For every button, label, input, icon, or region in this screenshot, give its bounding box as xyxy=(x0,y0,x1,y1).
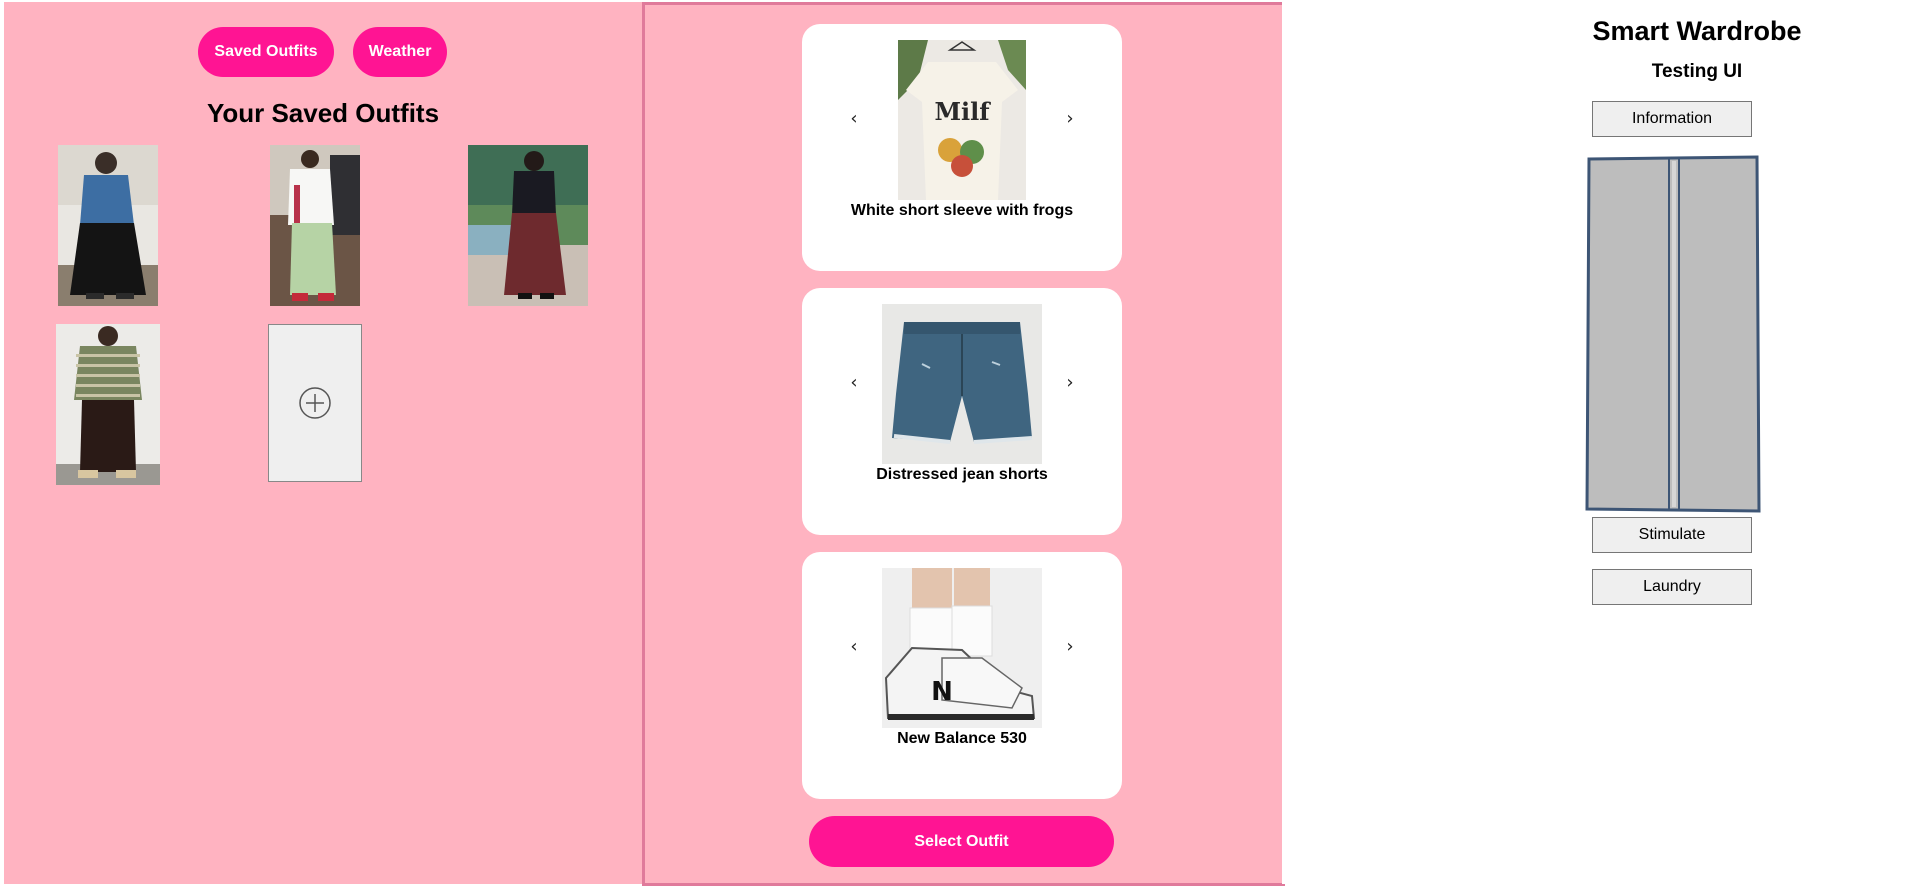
shoes-prev-button[interactable]: ‹ xyxy=(844,634,864,658)
shoes-next-button[interactable]: › xyxy=(1060,634,1080,658)
saved-outfits-title: Your Saved Outfits xyxy=(206,98,440,128)
top-item-card: ‹ Milf › White short sleeve with frogs xyxy=(802,24,1122,271)
add-outfit-tile[interactable] xyxy=(268,324,362,482)
bottom-item-image xyxy=(882,304,1042,464)
information-button[interactable]: Information xyxy=(1592,101,1752,137)
stimulate-button[interactable]: Stimulate xyxy=(1592,517,1752,553)
outfit-striped-sweater-brown-pants-image xyxy=(56,324,160,485)
bottom-item-card: ‹ › Distressed jean shorts xyxy=(802,288,1122,535)
shoes-item-label: New Balance 530 xyxy=(897,730,1027,747)
shoes-item-image: N xyxy=(882,568,1042,728)
select-outfit-button[interactable]: Select Outfit xyxy=(809,816,1114,867)
bottom-prev-button[interactable]: ‹ xyxy=(844,370,864,394)
tshirt-image: Milf xyxy=(898,40,1026,200)
outfit-denim-shirt-black-pants-image xyxy=(58,145,158,306)
bottom-next-button[interactable]: › xyxy=(1060,370,1080,394)
plus-circle-icon xyxy=(299,387,331,419)
smart-wardrobe-panel: Smart Wardrobe Testing UI Information St… xyxy=(1282,0,1919,884)
outfit-selector-panel: ‹ Milf › White short sleeve with frogs ‹ xyxy=(642,2,1285,886)
sneakers-image: N xyxy=(882,568,1042,728)
saved-outfits-panel: Saved Outfits Weather Your Saved Outfits xyxy=(4,2,642,884)
saved-outfit-2[interactable] xyxy=(270,145,360,306)
shoes-item-card: ‹ N › New Balance 530 xyxy=(802,552,1122,799)
top-prev-button[interactable]: ‹ xyxy=(844,106,864,130)
top-item-label: White short sleeve with frogs xyxy=(850,202,1074,219)
saved-outfit-1[interactable] xyxy=(58,145,158,306)
app-subtitle: Testing UI xyxy=(1651,61,1743,82)
weather-button[interactable]: Weather xyxy=(353,27,447,77)
sneaker-logo-letter: N xyxy=(931,677,953,707)
laundry-button[interactable]: Laundry xyxy=(1592,569,1752,605)
saved-outfit-4[interactable] xyxy=(56,324,160,485)
jean-shorts-image xyxy=(882,304,1042,464)
top-item-image: Milf xyxy=(898,40,1026,200)
wardrobe-illustration xyxy=(1585,155,1761,513)
saved-outfit-3[interactable] xyxy=(468,145,588,306)
top-next-button[interactable]: › xyxy=(1060,106,1080,130)
app-title: Smart Wardrobe xyxy=(1592,16,1802,46)
outfit-black-top-maroon-pants-image xyxy=(468,145,588,306)
outfit-white-shirt-green-pants-image xyxy=(270,145,360,306)
tshirt-print-text: Milf xyxy=(934,97,991,126)
bottom-item-label: Distressed jean shorts xyxy=(876,466,1048,483)
saved-outfits-button[interactable]: Saved Outfits xyxy=(198,27,334,77)
